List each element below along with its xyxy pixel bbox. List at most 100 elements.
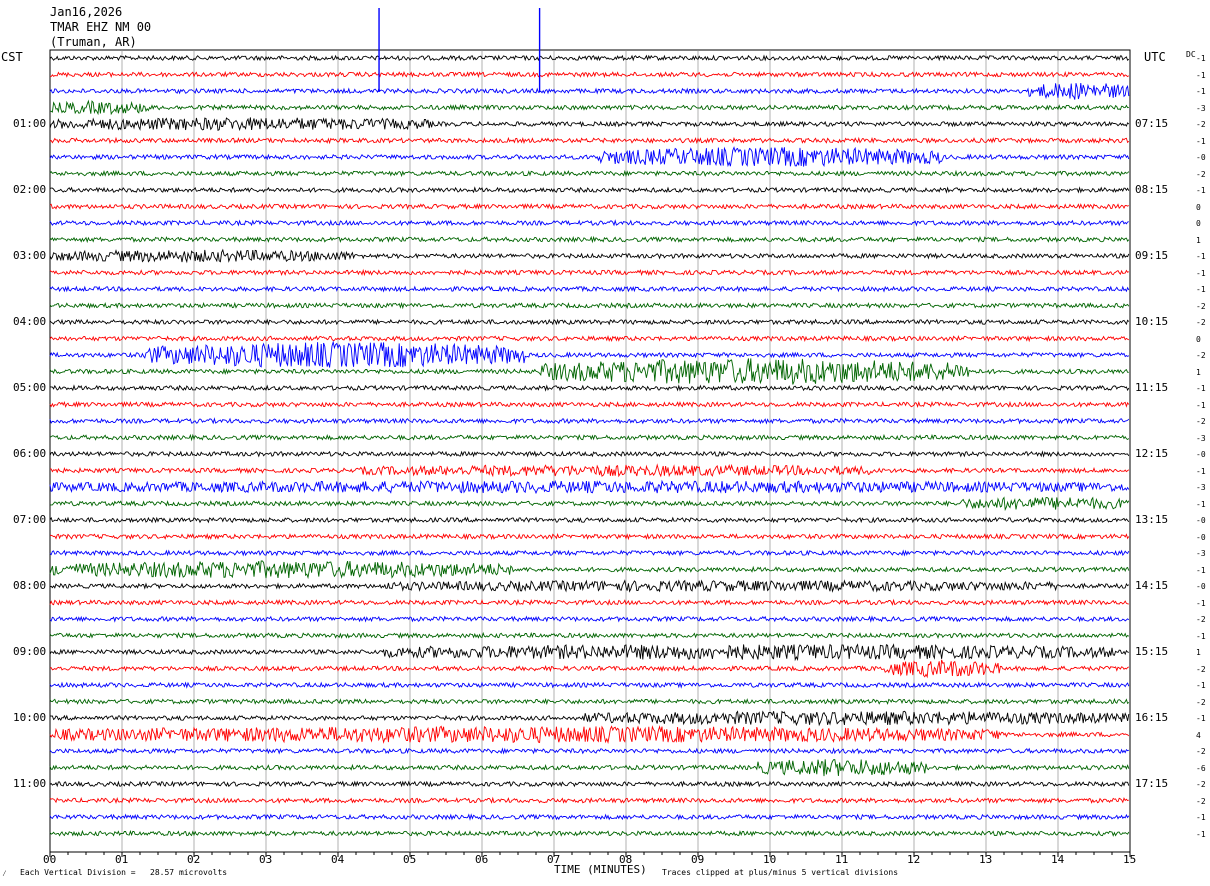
trace-row [49, 285, 1130, 293]
trace-row [49, 631, 1130, 640]
x-tick-label: 02 [187, 853, 201, 866]
trace-row [49, 70, 1130, 79]
dc-offset-label: -1 [1196, 136, 1206, 146]
dc-offset-label: -1 [1196, 384, 1206, 393]
x-tick-label: 05 [403, 853, 417, 866]
trace-row [49, 780, 1130, 788]
x-tick-label: 10 [763, 853, 777, 866]
dc-offset-label: -1 [1196, 565, 1206, 575]
left-hour-label: 09:00 [13, 645, 47, 658]
x-tick-label: 03 [259, 853, 273, 866]
dc-offset-label: -0 [1196, 582, 1206, 591]
x-tick-label: 01 [115, 853, 129, 866]
x-tick-label: 14 [1051, 853, 1065, 866]
trace-row [49, 358, 1129, 385]
trace-row [49, 659, 1130, 679]
trace-row [49, 463, 1130, 478]
trace-row [49, 99, 1129, 116]
right-hour-label: 14:15 [1135, 579, 1169, 592]
trace-row [49, 532, 1130, 541]
trace-row [49, 829, 1130, 838]
left-hour-label: 06:00 [13, 447, 47, 460]
trace-row [49, 417, 1130, 425]
dc-offset-label: 1 [1196, 235, 1201, 245]
dc-offset-label: -1 [1196, 829, 1206, 839]
trace-row [49, 219, 1129, 227]
dc-offset-label: -1 [1196, 54, 1206, 63]
dc-offset-label: -3 [1196, 483, 1206, 492]
trace-row [49, 450, 1130, 458]
trace-row [49, 643, 1129, 662]
dc-offset-label: -1 [1196, 466, 1206, 476]
trace-row [49, 136, 1130, 145]
dc-offset-label: -1 [1196, 400, 1206, 410]
trace-row [49, 579, 1130, 593]
trace-row [49, 615, 1130, 623]
trace-row [49, 334, 1130, 343]
dc-offset-label: -2 [1196, 697, 1206, 707]
x-tick-label: 06 [475, 853, 489, 866]
dc-offset-label: -2 [1196, 351, 1206, 360]
x-tick-label: 11 [835, 853, 849, 866]
dc-offset-label: 0 [1196, 334, 1201, 344]
trace-row [49, 796, 1130, 805]
dc-offset-label: -1 [1196, 70, 1206, 80]
scale-note: Each Vertical Division = 28.57 microvolt… [20, 868, 228, 877]
trace-row [49, 725, 1130, 744]
trace-row [49, 146, 1130, 168]
left-hour-label: 03:00 [13, 249, 47, 262]
x-tick-label: 12 [907, 853, 921, 866]
left-hour-label: 10:00 [13, 711, 47, 724]
trace-row [50, 384, 1130, 392]
trace-row [49, 813, 1130, 821]
scale-icon: ⁄ [2, 869, 7, 878]
dc-offset-label: 0 [1196, 202, 1201, 212]
dc-offset-label: -3 [1196, 103, 1206, 113]
trace-row [49, 710, 1130, 727]
trace-row [49, 340, 1130, 368]
dc-offset-label: -1 [1196, 681, 1206, 690]
dc-offset-label: -1 [1196, 598, 1206, 608]
dc-offset-label: 4 [1196, 730, 1201, 740]
trace-row [49, 598, 1129, 606]
dc-offset-label: -3 [1196, 549, 1206, 558]
left-hour-label: 04:00 [13, 315, 47, 328]
dc-offset-label: -2 [1196, 169, 1206, 179]
trace-row [49, 318, 1130, 326]
right-hour-label: 17:15 [1135, 777, 1169, 790]
right-hour-label: 08:15 [1135, 183, 1169, 196]
dc-offset-label: -0 [1196, 450, 1206, 459]
trace-row [49, 759, 1130, 777]
right-hour-label: 11:15 [1135, 381, 1169, 394]
trace-row [49, 516, 1130, 524]
dc-offset-label: -0 [1196, 153, 1206, 162]
x-tick-label: 13 [979, 853, 993, 866]
dc-offset-label: -1 [1196, 87, 1206, 96]
right-hour-label: 16:15 [1135, 711, 1169, 724]
dc-offset-label: -1 [1196, 186, 1206, 195]
x-axis-title: TIME (MINUTES) [554, 863, 647, 876]
x-tick-label: 09 [691, 853, 705, 866]
trace-row [49, 496, 1130, 512]
dc-offset-label: -2 [1196, 796, 1206, 806]
x-tick-label: 15 [1123, 853, 1137, 866]
dc-offset-label: -2 [1196, 301, 1206, 311]
left-hour-label: 01:00 [13, 117, 47, 130]
dc-offset-label: -1 [1196, 268, 1206, 278]
dc-offset-label: -1 [1196, 252, 1206, 261]
trace-row [49, 697, 1130, 706]
dc-offset-label: -0 [1196, 516, 1206, 525]
trace-row [49, 747, 1129, 755]
right-hour-label: 13:15 [1135, 513, 1169, 526]
trace-row [49, 400, 1130, 408]
trace-row [49, 169, 1130, 178]
dc-offset-label: -2 [1196, 615, 1206, 624]
right-hour-label: 15:15 [1135, 645, 1169, 658]
dc-offset-label: -2 [1196, 318, 1206, 327]
left-hour-label: 07:00 [13, 513, 47, 526]
trace-row [49, 301, 1130, 310]
dc-offset-label: 0 [1196, 219, 1201, 228]
dc-offset-label: -6 [1196, 763, 1206, 773]
x-tick-label: 00 [43, 853, 57, 866]
trace-row [49, 202, 1130, 211]
